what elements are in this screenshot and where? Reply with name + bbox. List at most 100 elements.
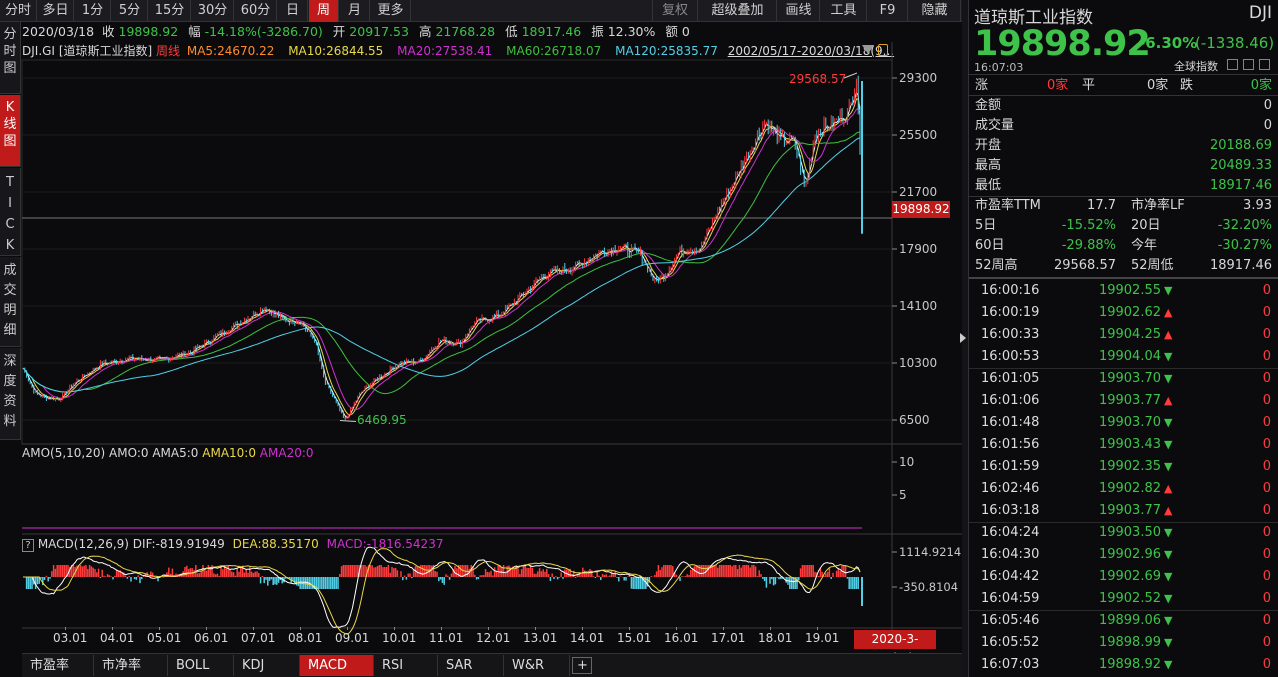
stat-label: 最高 [975,158,1002,173]
valuation-value: -15.52% [1061,218,1116,233]
tick-price: 19899.06 [1098,613,1161,628]
breadth-row: 涨 0家 平 0家 跌 0家 [975,76,1272,96]
stat-value: 18917.46 [1209,178,1272,193]
price-axis-label: 10300 [899,356,938,370]
arrow-up-icon: ▲ [1164,504,1173,517]
price-axis-label: 17900 [899,242,938,256]
stat-label: 最低 [975,178,1002,193]
tick-price: 19904.04 [1098,349,1161,364]
indicator-tab[interactable]: BOLL [168,655,234,676]
arrow-up-icon: ▲ [1164,482,1173,495]
arrow-down-icon: ▼ [1164,350,1173,363]
tick-row: 16:05:46 19899.06 ▼ 0 [969,610,1278,632]
tick-time: 16:03:18 [981,503,1040,518]
tick-row: 16:04:59 19902.52 ▼ 0 [969,588,1278,610]
time-axis-label: 19.01 [805,631,840,645]
index-code: DJI [1248,3,1272,23]
tick-time: 16:04:30 [981,547,1040,562]
valuation-value: -29.88% [1061,238,1116,253]
tick-price: 19903.77 [1098,393,1161,408]
tick-time: 16:07:03 [981,657,1040,672]
tick-time: 16:00:19 [981,305,1040,320]
tick-volume: 0 [1262,459,1271,474]
time-axis-label: 14.01 [570,631,605,645]
stat-row: 最低 18917.46 [975,176,1272,196]
time-axis-tick [112,627,113,630]
time-axis-tick [65,627,66,630]
time-axis-tick [535,627,536,630]
stat-row: 成交量 0 [975,116,1272,136]
settings-icon[interactable] [1259,59,1270,70]
price-axis-label: 14100 [899,299,938,313]
time-axis-label: 17.01 [711,631,746,645]
stat-label: 成交量 [975,118,1015,133]
kline-chart[interactable] [0,0,962,653]
time-axis-tick [770,627,771,630]
flat-label: 平 [1082,78,1096,93]
time-axis-tick [394,627,395,630]
arrow-down-icon: ▼ [1164,416,1173,429]
price-axis-label: 29300 [899,71,938,85]
time-axis-tick [723,627,724,630]
ma-line-2 [22,107,861,411]
time-axis: 03.01 04.01 05.01 06.01 07.01 08.01 09.01 10.01… [0,627,962,650]
valuation-label: 60日 [975,238,1005,253]
arrow-down-icon: ▼ [1164,460,1173,473]
price-axis-label: 6500 [899,413,930,427]
indicator-tab[interactable]: KDJ [234,655,300,676]
valuation-row: 市盈率TTM 17.7 市净率LF 3.93 [975,196,1272,216]
tick-volume: 0 [1262,371,1271,386]
time-axis-label: 07.01 [241,631,276,645]
valuation-row: 52周高 29568.57 52周低 18917.46 [975,256,1272,276]
tick-volume: 0 [1262,305,1271,320]
stat-value: 0 [1263,98,1272,113]
ma-line-0 [22,91,861,419]
down-count: 0家 [1250,78,1272,93]
arrow-down-icon: ▼ [1164,438,1173,451]
tick-row: 16:02:46 19902.82 ▲ 0 [969,478,1278,500]
tick-price: 19898.92 [1098,657,1161,672]
arrow-down-icon: ▼ [1164,658,1173,671]
tick-time: 16:00:16 [981,283,1040,298]
time-axis-tick [206,627,207,630]
macd-label: MACD(12,26,9) [37,537,129,551]
tick-volume: 0 [1262,437,1271,452]
tick-price: 19902.69 [1098,569,1161,584]
time-axis-tick [300,627,301,630]
arrow-down-icon: ▼ [1164,284,1173,297]
collapse-arrow-icon[interactable] [960,333,966,343]
indicator-tab[interactable]: SAR [438,655,504,676]
arrow-down-icon: ▼ [1164,570,1173,583]
add-indicator-button[interactable]: + [572,657,592,674]
indicator-tab[interactable]: RSI [374,655,438,676]
indicator-tab[interactable]: W&R [504,655,570,676]
indicator-tab-active[interactable]: MACD [300,655,374,676]
valuation-value: -32.20% [1217,218,1272,233]
arrow-down-icon: ▼ [1164,526,1173,539]
indicator-tab[interactable]: 市盈率 [22,655,94,676]
time-axis-tick [441,627,442,630]
bell-icon[interactable] [1243,59,1254,70]
tick-time: 16:01:56 [981,437,1040,452]
arrow-up-icon: ▲ [1164,328,1173,341]
tick-time: 16:00:33 [981,327,1040,342]
tick-volume: 0 [1262,349,1271,364]
macd-axis-label: 1114.9214 [899,545,962,559]
low-annotation: 6469.95 [357,413,407,427]
tick-time: 16:01:06 [981,393,1040,408]
tick-volume: 0 [1262,327,1271,342]
tick-time: 16:01:05 [981,371,1040,386]
help-icon[interactable]: ? [22,539,34,552]
arrow-down-icon: ▼ [1164,372,1173,385]
tick-row: 16:07:03 19898.92 ▼ 0 [969,654,1278,676]
global-index-link[interactable]: 全球指数 [1174,58,1218,74]
time-axis-tick [253,627,254,630]
indicator-tab[interactable]: 市净率 [94,655,168,676]
up-count: 0家 [1047,78,1069,93]
ma-line-3 [22,131,860,395]
tick-volume: 0 [1262,525,1271,540]
arrow-down-icon: ▼ [1164,614,1173,627]
edit-icon[interactable] [1227,59,1238,70]
tick-row: 16:01:59 19902.35 ▼ 0 [969,456,1278,478]
amo-axis-label: 5 [899,488,907,502]
